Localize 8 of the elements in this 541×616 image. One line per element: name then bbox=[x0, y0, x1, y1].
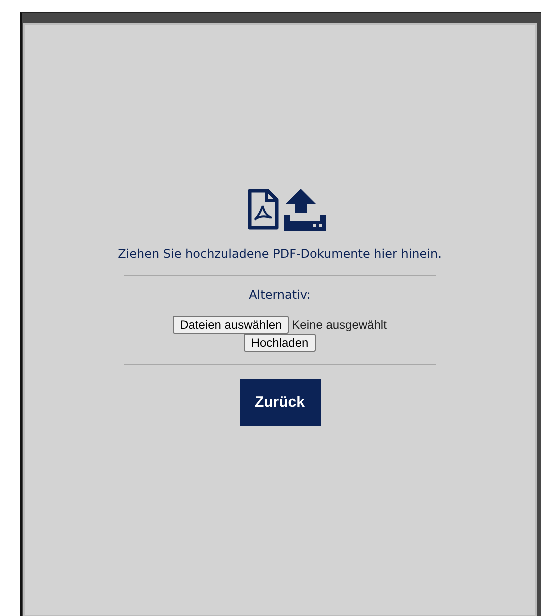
upload-icon bbox=[282, 189, 326, 231]
back-button[interactable]: Zurück bbox=[240, 379, 320, 426]
drop-hint: Ziehen Sie hochzuladene PDF-Dokumente hier hinein. bbox=[118, 247, 442, 261]
alternative-label: Alternativ: bbox=[249, 288, 311, 302]
upload-button[interactable]: Hochladen bbox=[244, 334, 316, 352]
choose-files-button[interactable]: Dateien auswählen bbox=[173, 316, 290, 334]
file-status: Keine ausgewählt bbox=[292, 318, 387, 332]
pdf-file-icon bbox=[246, 189, 278, 231]
